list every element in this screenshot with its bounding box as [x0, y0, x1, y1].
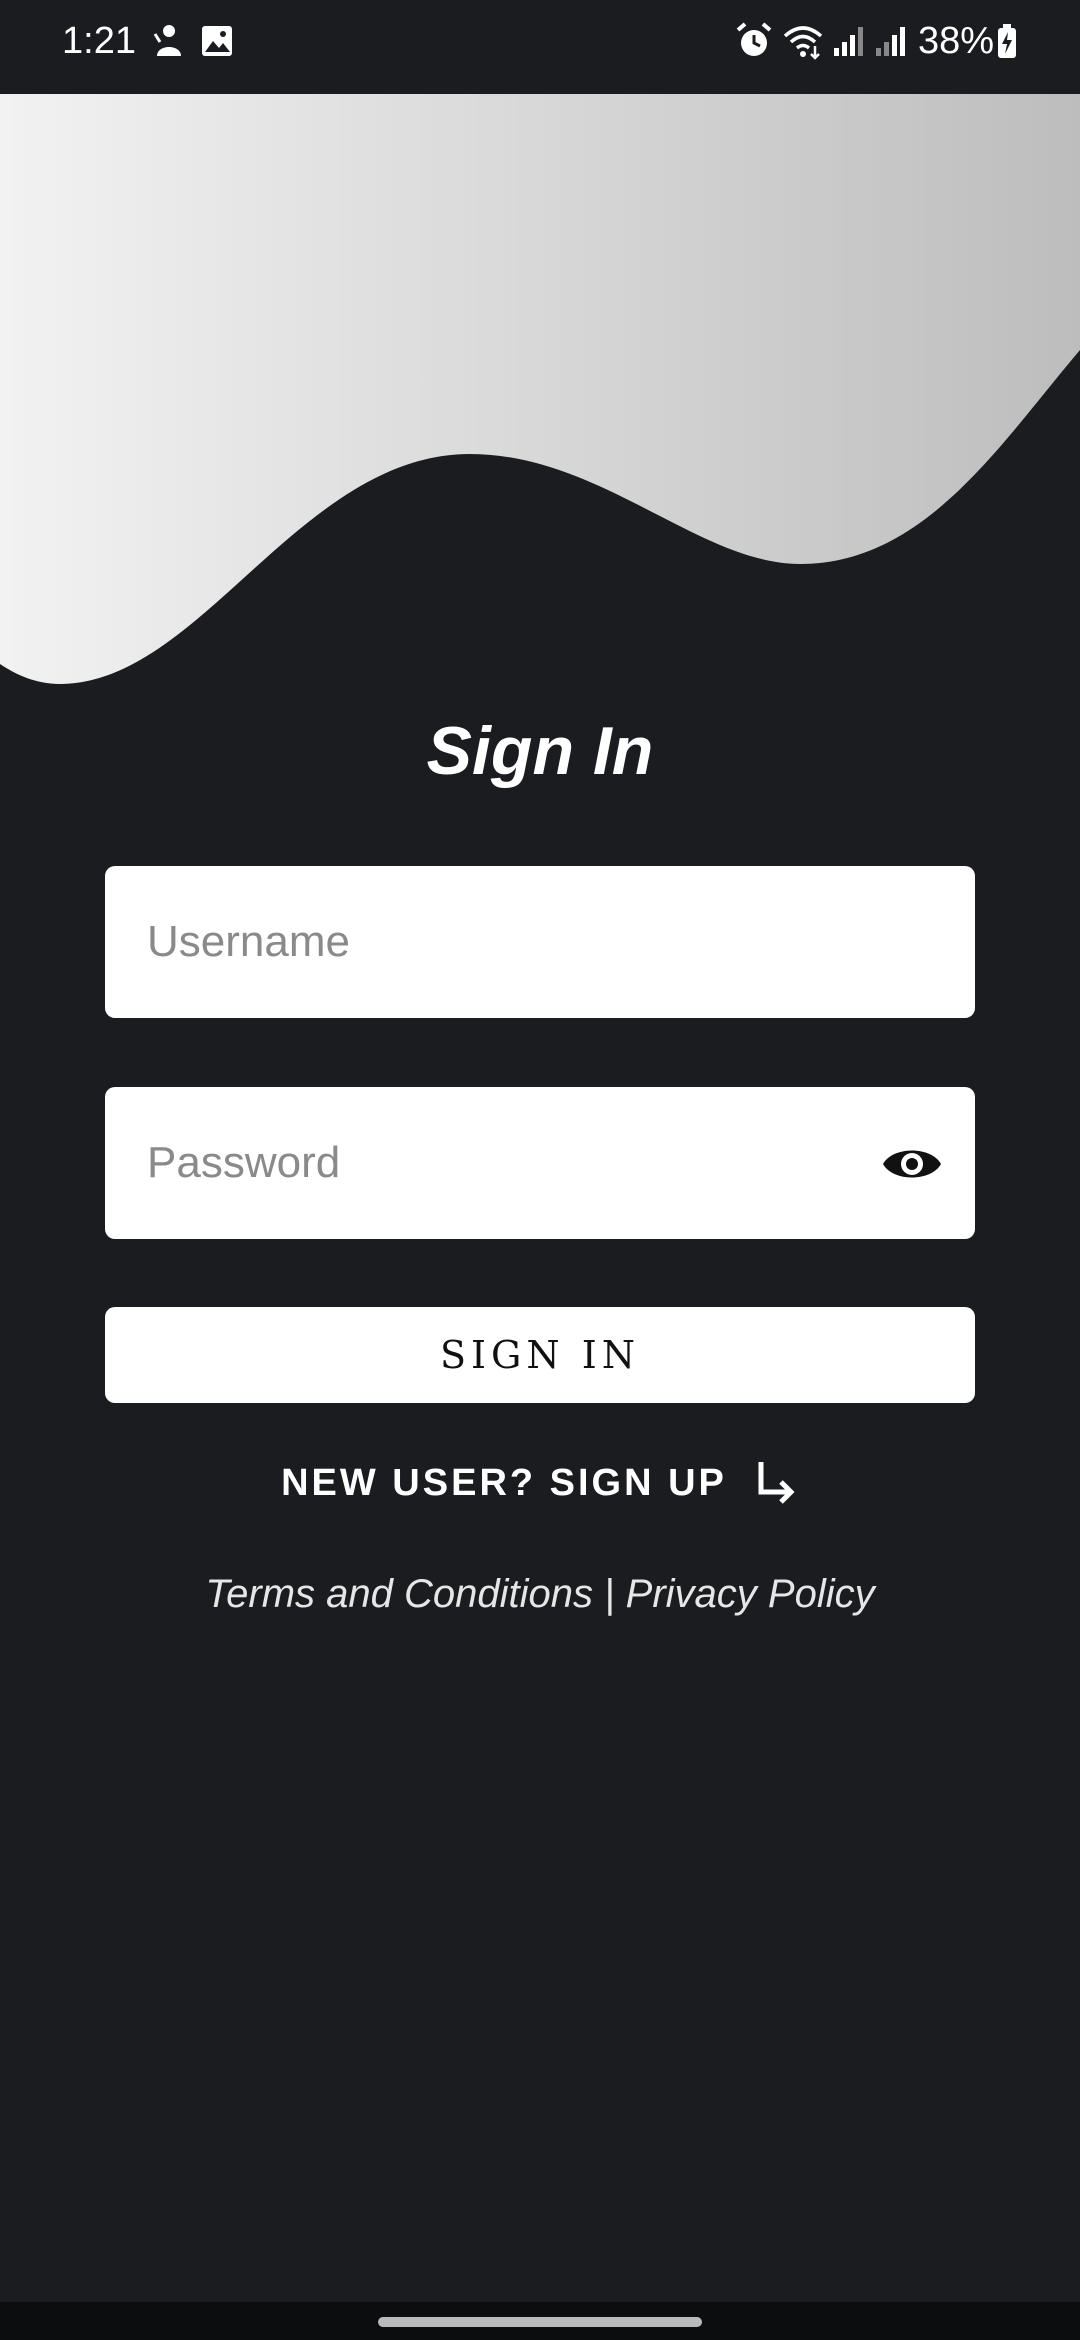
- home-indicator[interactable]: [378, 2317, 702, 2327]
- signal-icon: [834, 27, 863, 56]
- sign-up-link[interactable]: NEW USER? SIGN UP: [0, 1458, 1080, 1508]
- navigation-bar: [0, 2302, 1080, 2340]
- battery-charging-icon: [998, 24, 1016, 58]
- password-field-container: [105, 1087, 975, 1239]
- alarm-icon: [736, 22, 772, 56]
- wifi-icon: [783, 26, 823, 60]
- sign-in-button[interactable]: SIGN IN: [105, 1307, 975, 1403]
- notification-person-icon: [153, 25, 181, 56]
- legal-links: Terms and Conditions | Privacy Policy: [0, 1572, 1080, 1617]
- legal-separator: |: [604, 1572, 615, 1616]
- status-bar: 1:21 38%: [0, 0, 1080, 94]
- sign-up-label: NEW USER? SIGN UP: [281, 1461, 727, 1504]
- show-password-icon[interactable]: [881, 1133, 943, 1195]
- gallery-icon: [202, 26, 232, 56]
- status-time: 1:21: [62, 20, 136, 62]
- terms-link[interactable]: Terms and Conditions: [205, 1572, 593, 1616]
- username-field-container: [105, 866, 975, 1018]
- password-input[interactable]: [105, 1087, 975, 1239]
- arrow-turn-right-icon: [758, 1462, 795, 1504]
- signal-icon: [876, 27, 905, 56]
- page-title: Sign In: [426, 713, 654, 789]
- privacy-link[interactable]: Privacy Policy: [626, 1572, 875, 1616]
- header-wave-graphic: [0, 94, 1080, 684]
- username-input[interactable]: [105, 866, 975, 1018]
- battery-percent: 38%: [918, 20, 995, 62]
